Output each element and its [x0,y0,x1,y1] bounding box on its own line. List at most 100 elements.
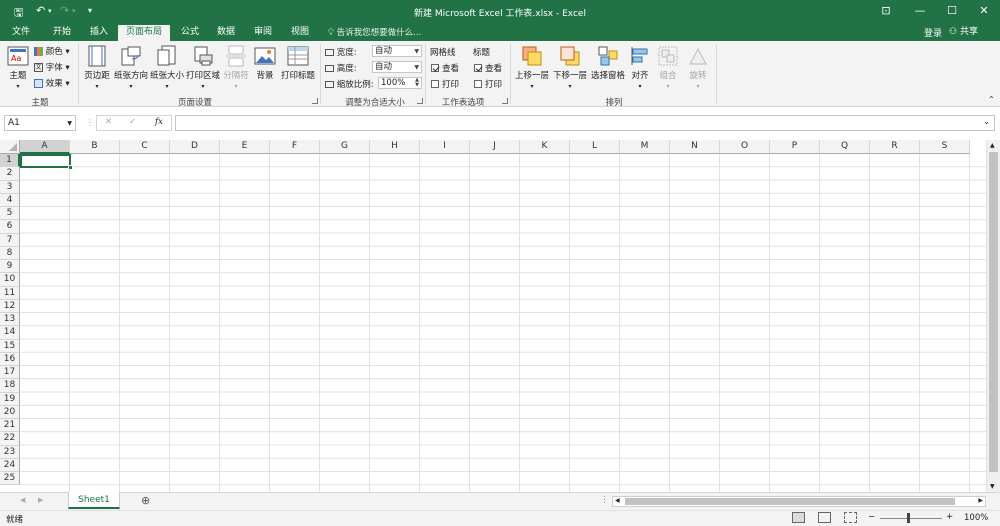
zoom-in-icon[interactable]: + [946,512,953,522]
colors-button[interactable]: 颜色 ▾ [34,45,70,57]
scroll-up-icon[interactable]: ▲ [990,142,995,149]
row-header[interactable]: 24 [0,458,20,472]
row-header[interactable]: 6 [0,220,20,234]
zoom-out-icon[interactable]: − [868,512,875,522]
row-header[interactable]: 5 [0,207,20,221]
row-header[interactable]: 7 [0,233,20,247]
horizontal-scrollbar[interactable]: ◀ ▶ [612,496,986,507]
scroll-right-icon[interactable]: ▶ [978,497,983,504]
row-header[interactable]: 25 [0,472,20,486]
column-header[interactable]: B [70,140,120,154]
column-header[interactable]: J [470,140,520,154]
vertical-scroll-thumb[interactable] [989,152,998,472]
print-area-button[interactable]: 打印区域 ▾ [186,45,220,91]
sign-in-link[interactable]: 登录 [924,26,942,39]
tab-page-layout[interactable]: 页面布局 [118,25,170,41]
effects-button[interactable]: 效果 ▾ [34,77,70,89]
cancel-icon[interactable]: ✕ [105,117,112,127]
prev-sheet-icon[interactable]: ◀ [20,496,25,504]
minimize-button[interactable]: — [908,3,932,19]
splitter-handle[interactable]: ⋮ [600,495,609,505]
group-button[interactable]: 组合 ▾ [656,45,680,91]
share-button[interactable]: ⚇ 共享 [949,25,987,40]
name-box[interactable]: A1 ▼ [4,115,76,131]
close-button[interactable]: ✕ [972,3,996,19]
column-header[interactable]: O [720,140,770,154]
row-header[interactable]: 8 [0,246,20,260]
row-header[interactable]: 10 [0,273,20,287]
column-header[interactable]: K [520,140,570,154]
fonts-button[interactable]: 文 字体 ▾ [34,61,70,73]
breaks-button[interactable]: 分隔符 ▾ [222,45,250,91]
row-header[interactable]: 14 [0,326,20,340]
page-setup-dialog-launcher[interactable] [312,98,318,104]
column-header[interactable]: Q [820,140,870,154]
print-titles-button[interactable]: 打印标题 [280,45,316,81]
tab-home[interactable]: 开始 [44,25,80,41]
headings-view-checkbox[interactable]: 查看 [474,62,502,74]
zoom-slider[interactable] [880,518,942,519]
ribbon-display-options-icon[interactable]: ⊡ [874,3,898,19]
zoom-level[interactable]: 100% [964,513,988,523]
row-header[interactable]: 3 [0,180,20,194]
row-header[interactable]: 11 [0,286,20,300]
row-header[interactable]: 13 [0,313,20,327]
column-header[interactable]: P [770,140,820,154]
expand-formula-bar-icon[interactable]: ⌄ [983,117,990,126]
width-select[interactable]: 自动 ▼ [372,45,422,57]
headings-print-checkbox[interactable]: 打印 [474,78,502,90]
column-header[interactable]: F [270,140,320,154]
row-header[interactable]: 17 [0,366,20,380]
tab-formulas[interactable]: 公式 [172,25,208,41]
tell-me-box[interactable]: 💡︎ 告诉我您想要做什么... [328,26,421,38]
tab-file[interactable]: 文件 [4,25,38,41]
zoom-slider-thumb[interactable] [907,513,910,523]
column-header[interactable]: R [870,140,920,154]
selection-pane-button[interactable]: 选择窗格 [590,45,626,81]
sheet-tab-sheet1[interactable]: Sheet1 [68,492,120,509]
tab-view[interactable]: 视图 [282,25,318,41]
height-select[interactable]: 自动 ▼ [372,61,422,73]
column-header[interactable]: E [220,140,270,154]
column-header[interactable]: D [170,140,220,154]
cells-area[interactable] [20,154,986,492]
margins-button[interactable]: 页边距 ▾ [82,45,112,91]
column-header[interactable]: A [20,140,70,154]
horizontal-scroll-thumb[interactable] [625,498,955,505]
page-layout-view-icon[interactable] [818,512,831,523]
themes-button[interactable]: Aa 主题 ▾ [4,45,32,91]
row-header[interactable]: 9 [0,260,20,274]
select-all-corner[interactable] [0,140,20,154]
scale-spinner[interactable]: 100% ▲ ▼ [378,77,422,89]
scale-dialog-launcher[interactable] [417,98,423,104]
add-sheet-icon[interactable]: ⊕ [141,494,150,507]
align-button[interactable]: 对齐 ▾ [628,45,652,91]
scroll-left-icon[interactable]: ◀ [615,497,620,504]
next-sheet-icon[interactable]: ▶ [38,496,43,504]
row-header[interactable]: 2 [0,167,20,181]
normal-view-icon[interactable] [792,512,805,523]
column-header[interactable]: N [670,140,720,154]
gridlines-print-checkbox[interactable]: 打印 [431,78,459,90]
page-break-view-icon[interactable] [844,512,857,523]
row-header[interactable]: 16 [0,352,20,366]
row-header[interactable]: 1 [0,154,20,168]
tab-insert[interactable]: 插入 [81,25,117,41]
column-header[interactable]: C [120,140,170,154]
vertical-scrollbar[interactable]: ▲ ▼ [986,140,1000,492]
collapse-ribbon-icon[interactable]: ⌃ [988,95,995,104]
gridlines-view-checkbox[interactable]: 查看 [431,62,459,74]
column-header[interactable]: L [570,140,620,154]
bring-forward-button[interactable]: 上移一层 ▾ [514,45,550,91]
row-header[interactable]: 12 [0,299,20,313]
active-cell-a1[interactable] [20,154,73,170]
column-header[interactable]: H [370,140,420,154]
row-header[interactable]: 18 [0,379,20,393]
formula-input[interactable]: ⌄ [175,115,995,131]
column-header[interactable]: S [920,140,970,154]
row-header[interactable]: 21 [0,419,20,433]
insert-function-icon[interactable]: fx [155,117,163,127]
spinner-arrows-icon[interactable]: ▲ ▼ [415,78,419,88]
rotate-button[interactable]: 旋转 ▾ [684,45,712,91]
row-header[interactable]: 15 [0,339,20,353]
